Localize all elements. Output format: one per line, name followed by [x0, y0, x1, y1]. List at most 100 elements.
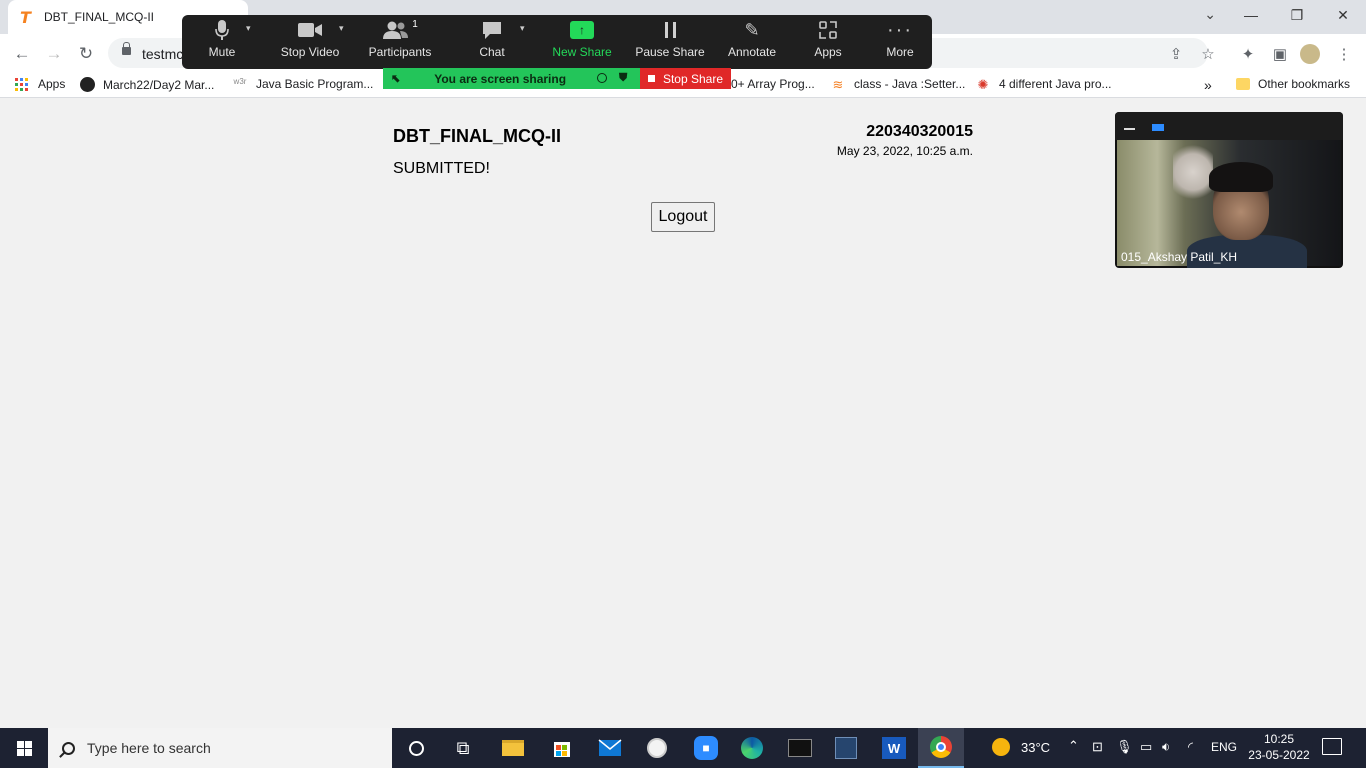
start-button[interactable]: [0, 728, 48, 768]
restore-button[interactable]: ❐: [1274, 0, 1320, 30]
mysql-workbench-icon[interactable]: [777, 728, 823, 768]
bookmark-star-icon[interactable]: ☆: [1196, 42, 1220, 66]
cortana-icon[interactable]: [393, 728, 439, 768]
share-page-icon[interactable]: ⇪: [1164, 42, 1188, 66]
forward-arrow-icon[interactable]: →: [42, 42, 66, 66]
weather-temperature[interactable]: 33°C: [1021, 740, 1050, 755]
annotate-button[interactable]: ✎ Annotate: [724, 15, 780, 69]
video-camera-icon: [297, 15, 323, 45]
microsoft-store-icon[interactable]: [539, 728, 585, 768]
reload-icon[interactable]: ↻: [74, 42, 98, 66]
back-arrow-icon[interactable]: ←: [10, 42, 34, 66]
extensions-puzzle-icon[interactable]: ✦: [1236, 42, 1260, 66]
apps-icon: [818, 15, 838, 45]
bookmark-label: class - Java :Setter...: [854, 77, 966, 91]
stop-share-button[interactable]: Stop Share: [640, 68, 731, 89]
microphone-tray-icon[interactable]: 🎙︎: [1116, 739, 1133, 755]
apps-label: Apps: [814, 45, 842, 59]
bookmark-label: 0+ Array Prog...: [731, 77, 815, 91]
folder-icon: [1236, 78, 1250, 90]
stop-square-icon: [647, 75, 655, 82]
volume-icon[interactable]: 🔉︎: [1162, 739, 1170, 755]
screen-sharing-banner[interactable]: ⬉ You are screen sharing ⛊: [383, 68, 640, 89]
exam-title: DBT_FINAL_MCQ-II: [393, 126, 561, 146]
github-icon: [80, 77, 95, 92]
mysql-dolphin-icon[interactable]: [823, 728, 869, 768]
input-language[interactable]: ENG: [1211, 740, 1237, 754]
minimize-video-icon[interactable]: [1124, 128, 1135, 130]
mute-button[interactable]: Mute: [202, 15, 242, 69]
bookmark-array-prog[interactable]: 0+ Array Prog...: [731, 77, 815, 91]
tab-search-chevron-icon[interactable]: ⌄: [1204, 6, 1216, 23]
notification-center-icon[interactable]: [1322, 738, 1342, 755]
profile-avatar[interactable]: [1300, 44, 1320, 64]
windows-taskbar: Type here to search ⧉ ■ W 33°C ⌃ ⊡ 🎙︎ ▭ …: [0, 728, 1366, 768]
audio-options-chevron-icon[interactable]: ▾: [246, 23, 251, 34]
mail-icon[interactable]: [587, 728, 633, 768]
clock-date: 23-05-2022: [1248, 748, 1310, 762]
stop-video-button[interactable]: Stop Video: [278, 15, 342, 69]
video-options-chevron-icon[interactable]: ▾: [339, 23, 344, 34]
lock-icon: [122, 42, 131, 55]
pencil-icon: ✎: [744, 19, 760, 40]
file-explorer-icon[interactable]: [490, 728, 536, 768]
apps-grid-icon: [15, 77, 28, 91]
user-id: 220340320015: [866, 123, 973, 140]
word-icon[interactable]: W: [871, 728, 917, 768]
apps-button[interactable]: Apps: [808, 15, 848, 69]
participant-count: 1: [412, 18, 418, 30]
background-figure: [1173, 142, 1213, 202]
bookmark-class-java[interactable]: ≋ class - Java :Setter...: [830, 77, 966, 92]
other-bookmarks[interactable]: Other bookmarks: [1236, 77, 1350, 91]
wifi-icon[interactable]: ◜: [1188, 739, 1193, 755]
battery-icon[interactable]: ▭: [1140, 739, 1152, 755]
clock-time: 10:25: [1263, 732, 1295, 746]
meet-now-icon[interactable]: ⊡: [1092, 739, 1103, 755]
participant-video-feed: [1117, 140, 1341, 268]
stop-share-label: Stop Share: [662, 71, 724, 86]
zoom-app-icon[interactable]: ■: [683, 728, 729, 768]
edge-browser-icon[interactable]: [729, 728, 775, 768]
bookmark-label: 4 different Java pro...: [999, 77, 1112, 91]
record-indicator-icon: [597, 73, 607, 83]
stackoverflow-icon: ≋: [832, 77, 844, 92]
search-placeholder: Type here to search: [87, 740, 211, 756]
logout-button[interactable]: Logout: [651, 202, 715, 232]
video-panel-header: [1115, 112, 1343, 140]
task-view-icon[interactable]: ⧉: [440, 728, 486, 768]
chat-button[interactable]: Chat: [472, 15, 512, 69]
sharing-status-text: You are screen sharing: [434, 71, 567, 86]
pause-share-button[interactable]: Pause Share: [635, 15, 705, 69]
compass-app-icon[interactable]: [634, 728, 680, 768]
bookmarks-overflow-chevron-icon[interactable]: »: [1204, 77, 1212, 93]
url-text: testmc: [142, 46, 184, 62]
chrome-icon[interactable]: [918, 728, 964, 768]
participants-icon: 1: [382, 15, 418, 45]
submission-status: SUBMITTED!: [393, 160, 490, 177]
switch-view-icon[interactable]: [1152, 124, 1164, 131]
weather-sun-icon[interactable]: [992, 738, 1010, 756]
taskbar-search[interactable]: Type here to search: [48, 728, 392, 768]
menu-kebab-icon[interactable]: ⋮: [1332, 42, 1356, 66]
chat-options-chevron-icon[interactable]: ▾: [520, 23, 525, 34]
new-share-button[interactable]: ↑ New Share: [550, 15, 614, 69]
participants-button[interactable]: 1 Participants: [368, 15, 432, 69]
bookmark-label: March22/Day2 Mar...: [103, 77, 215, 92]
participant-name: 015_Akshay Patil_KH: [1121, 250, 1238, 264]
show-hidden-icons-chevron-icon[interactable]: ⌃: [1068, 738, 1079, 754]
more-button[interactable]: ··· More: [880, 15, 920, 69]
bookmark-java-basic[interactable]: w3r Java Basic Program...: [232, 77, 374, 91]
bookmark-march22[interactable]: March22/Day2 Mar...: [80, 77, 214, 92]
w3schools-icon: w3r: [233, 77, 247, 86]
side-panel-icon[interactable]: ▣: [1268, 42, 1292, 66]
bookmark-apps[interactable]: Apps: [15, 77, 65, 91]
system-clock[interactable]: 10:25 23-05-2022: [1248, 731, 1310, 763]
participants-label: Participants: [368, 45, 432, 59]
close-window-button[interactable]: ✕: [1320, 0, 1366, 30]
bookmark-java-pro[interactable]: ✺ 4 different Java pro...: [975, 77, 1112, 92]
minimize-button[interactable]: —: [1228, 0, 1274, 30]
site-favicon-icon: T: [20, 7, 31, 27]
drag-handle-icon[interactable]: ⬉: [391, 72, 400, 85]
more-label: More: [886, 45, 914, 59]
video-thumbnail-panel[interactable]: 015_Akshay Patil_KH: [1115, 112, 1343, 268]
